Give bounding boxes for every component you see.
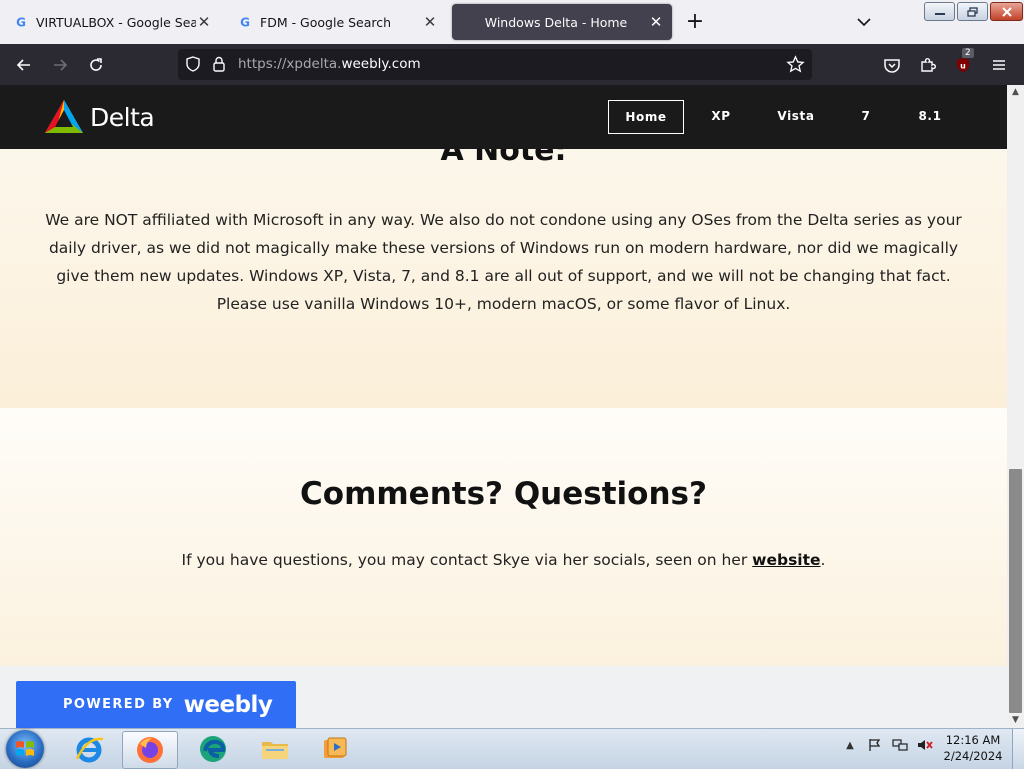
nav-xp[interactable]: XP [703, 100, 739, 132]
powered-by-label: POWERED BY [63, 697, 174, 712]
note-text: We are NOT affiliated with Microsoft in … [45, 211, 962, 313]
close-tab-icon[interactable]: ✕ [422, 13, 438, 31]
google-icon: G [14, 15, 28, 30]
url-text[interactable]: https://xpdelta.weebly.com [238, 56, 421, 72]
close-icon [1001, 6, 1012, 17]
comments-section: Comments? Questions? If you have questio… [0, 408, 1007, 666]
reload-icon [90, 58, 102, 71]
site-logo-text: Delta [90, 102, 155, 132]
firefox-icon [137, 737, 163, 763]
ublock-shield-icon: u [957, 58, 969, 72]
taskbar-file-explorer[interactable] [248, 731, 302, 767]
nav-7[interactable]: 7 [854, 100, 878, 132]
powered-by-weebly-badge[interactable]: POWERED BY weebly [16, 681, 296, 728]
tab-fdm-search[interactable]: G FDM - Google Search ✕ [228, 4, 446, 40]
nav-8-1[interactable]: 8.1 [912, 100, 948, 132]
system-tray: ▲ [842, 737, 933, 753]
url-subdomain: xpdelta. [286, 56, 342, 72]
file-explorer-icon [262, 742, 288, 759]
hamburger-menu-icon [993, 60, 1005, 70]
scroll-up-arrow-icon[interactable]: ▲ [1007, 85, 1024, 99]
media-player-icon [324, 737, 347, 758]
svg-text:G: G [240, 16, 250, 30]
url-scheme: https:// [238, 56, 287, 72]
windows-logo-icon [16, 741, 34, 756]
comments-text-suffix: . [820, 551, 826, 569]
url-domain: weebly.com [341, 56, 421, 72]
close-window-button[interactable] [990, 2, 1023, 21]
bookmark-star-icon[interactable] [786, 55, 805, 78]
nav-vista[interactable]: Vista [770, 100, 822, 132]
weebly-logo: weebly [183, 691, 273, 718]
clock-time: 12:16 AM [945, 733, 1001, 747]
show-desktop-button[interactable] [1012, 729, 1024, 769]
taskbar-firefox[interactable] [122, 731, 178, 769]
tab-title: FDM - Google Search [260, 14, 392, 30]
app-menu-button[interactable] [988, 54, 1010, 76]
taskbar-clock[interactable]: 12:16 AM 2/24/2024 [938, 732, 1008, 764]
show-hidden-icons-button[interactable]: ▲ [842, 737, 858, 753]
pocket-button[interactable] [881, 54, 903, 76]
lock-icon[interactable] [211, 55, 227, 77]
website-link[interactable]: website [752, 551, 820, 569]
comments-text: If you have questions, you may contact S… [0, 551, 1007, 569]
nav-home[interactable]: Home [608, 100, 684, 134]
tab-title: VIRTUALBOX - Google Search [36, 14, 196, 30]
tab-windows-delta-home[interactable]: Windows Delta - Home ✕ [452, 4, 672, 40]
comments-text-prefix: If you have questions, you may contact S… [181, 551, 753, 569]
arrow-right-icon [54, 59, 68, 71]
navigation-toolbar: https://xpdelta.weebly.com u 2 [0, 44, 1024, 85]
list-all-tabs-button[interactable] [854, 12, 874, 32]
pocket-icon [884, 59, 900, 73]
puzzle-icon [921, 58, 936, 72]
minimize-icon [934, 12, 945, 15]
windows-taskbar: ▲ 12:16 AM 2/24/2024 [0, 728, 1024, 769]
back-button[interactable] [13, 54, 35, 76]
site-header: Delta Home XP Vista 7 8.1 [0, 85, 1007, 149]
extension-badge: 2 [962, 48, 974, 58]
reload-button[interactable] [85, 54, 107, 76]
forward-button[interactable] [49, 54, 71, 76]
chevron-down-icon [857, 18, 871, 27]
extensions-button[interactable] [917, 54, 939, 76]
address-bar[interactable]: https://xpdelta.weebly.com [178, 49, 812, 80]
scroll-down-arrow-icon[interactable]: ▼ [1007, 713, 1024, 727]
ublock-origin-button[interactable]: u 2 [952, 48, 974, 76]
tab-title: Windows Delta - Home [484, 14, 628, 30]
start-button[interactable] [6, 730, 44, 768]
new-tab-button[interactable]: + [684, 11, 706, 34]
minimize-button[interactable] [924, 2, 955, 21]
network-icon[interactable] [892, 737, 908, 753]
web-page: A Note: We are NOT affiliated with Micro… [0, 85, 1007, 728]
shield-icon[interactable] [184, 55, 202, 77]
restore-icon [966, 6, 978, 17]
delta-logo-icon [45, 100, 83, 133]
svg-text:G: G [16, 16, 26, 30]
taskbar-media-player[interactable] [308, 731, 362, 767]
tab-strip: G VIRTUALBOX - Google Search ✕ G FDM - G… [0, 0, 1024, 44]
window-controls [924, 2, 1023, 21]
edge-icon [200, 736, 226, 762]
internet-explorer-icon [75, 737, 104, 763]
site-logo[interactable]: Delta [44, 99, 155, 135]
clock-date: 2/24/2024 [943, 749, 1003, 763]
arrow-left-icon [16, 59, 30, 71]
page-scrollbar[interactable]: ▲ ▼ [1007, 85, 1024, 728]
restore-button[interactable] [957, 2, 988, 21]
google-icon: G [238, 15, 252, 30]
close-tab-icon[interactable]: ✕ [648, 13, 664, 31]
svg-text:u: u [960, 62, 966, 71]
taskbar-internet-explorer[interactable] [62, 731, 116, 767]
tab-virtualbox-search[interactable]: G VIRTUALBOX - Google Search ✕ [4, 4, 220, 40]
volume-muted-icon[interactable] [917, 737, 933, 753]
close-tab-icon[interactable]: ✕ [196, 13, 212, 31]
scrollbar-thumb[interactable] [1009, 469, 1022, 713]
taskbar-edge[interactable] [186, 731, 240, 767]
footer-area: POWERED BY weebly [0, 666, 1007, 728]
comments-heading: Comments? Questions? [300, 476, 707, 512]
action-center-flag-icon[interactable] [867, 737, 883, 753]
